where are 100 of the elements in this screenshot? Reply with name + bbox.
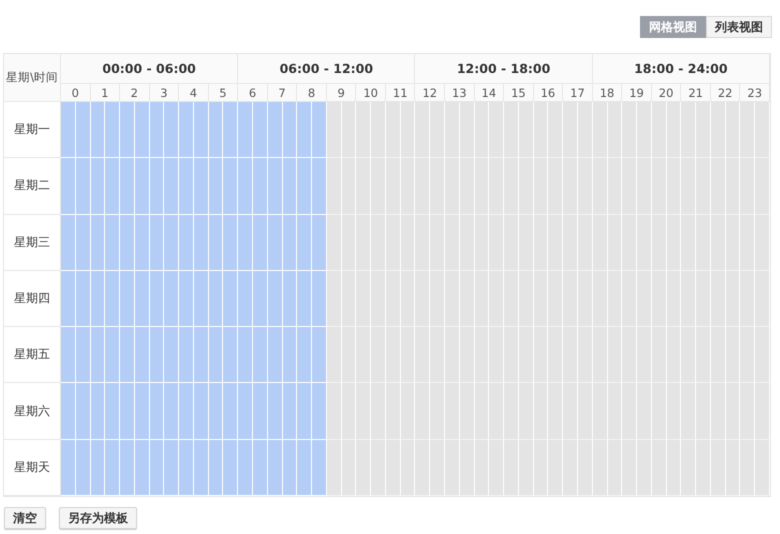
time-slot[interactable] <box>696 383 711 440</box>
time-slot[interactable] <box>681 327 696 384</box>
time-slot[interactable] <box>548 383 564 440</box>
time-slot[interactable] <box>622 214 638 271</box>
time-slot[interactable] <box>726 270 740 328</box>
time-slot[interactable] <box>622 158 638 215</box>
time-slot[interactable] <box>326 214 342 271</box>
time-slot[interactable] <box>518 102 534 158</box>
time-slot[interactable] <box>637 440 652 496</box>
time-slot[interactable] <box>400 327 416 384</box>
time-slot[interactable] <box>194 440 209 496</box>
time-slot[interactable] <box>150 102 164 158</box>
time-slot[interactable] <box>238 327 254 384</box>
time-slot[interactable] <box>120 383 135 440</box>
time-slot[interactable] <box>652 158 667 215</box>
time-slot[interactable] <box>548 270 564 328</box>
time-slot[interactable] <box>120 270 135 328</box>
time-slot[interactable] <box>489 158 504 215</box>
time-slot[interactable] <box>518 327 534 384</box>
time-slot[interactable] <box>622 102 638 158</box>
time-slot[interactable] <box>710 383 726 440</box>
time-slot[interactable] <box>592 270 608 328</box>
time-slot[interactable] <box>755 158 770 215</box>
time-slot[interactable] <box>460 102 475 158</box>
time-slot[interactable] <box>371 327 386 384</box>
time-slot[interactable] <box>356 158 372 215</box>
time-slot[interactable] <box>460 214 475 271</box>
time-slot[interactable] <box>755 270 770 328</box>
time-slot[interactable] <box>563 440 578 496</box>
time-slot[interactable] <box>489 270 504 328</box>
time-slot[interactable] <box>578 383 593 440</box>
time-slot[interactable] <box>371 270 386 328</box>
time-slot[interactable] <box>637 383 652 440</box>
time-slot[interactable] <box>297 327 312 384</box>
time-slot[interactable] <box>563 270 578 328</box>
time-slot[interactable] <box>223 158 238 215</box>
time-slot[interactable] <box>223 327 238 384</box>
time-slot[interactable] <box>268 158 283 215</box>
time-slot[interactable] <box>681 270 696 328</box>
time-slot[interactable] <box>342 327 356 384</box>
time-slot[interactable] <box>696 327 711 384</box>
time-slot[interactable] <box>208 102 224 158</box>
time-slot[interactable] <box>90 102 106 158</box>
time-slot[interactable] <box>61 327 76 384</box>
time-slot[interactable] <box>194 214 209 271</box>
time-slot[interactable] <box>622 440 638 496</box>
time-slot[interactable] <box>223 102 238 158</box>
time-slot[interactable] <box>681 158 696 215</box>
time-slot[interactable] <box>194 327 209 384</box>
time-slot[interactable] <box>710 102 726 158</box>
time-slot[interactable] <box>415 270 430 328</box>
time-slot[interactable] <box>61 158 76 215</box>
time-slot[interactable] <box>608 270 622 328</box>
time-slot[interactable] <box>312 270 327 328</box>
time-slot[interactable] <box>430 270 446 328</box>
time-slot[interactable] <box>489 327 504 384</box>
time-slot[interactable] <box>179 440 194 496</box>
time-slot[interactable] <box>326 440 342 496</box>
time-slot[interactable] <box>150 158 164 215</box>
time-slot[interactable] <box>342 270 356 328</box>
time-slot[interactable] <box>637 102 652 158</box>
time-slot[interactable] <box>518 158 534 215</box>
time-slot[interactable] <box>740 158 756 215</box>
time-slot[interactable] <box>710 158 726 215</box>
time-slot[interactable] <box>134 440 150 496</box>
time-slot[interactable] <box>120 102 135 158</box>
time-slot[interactable] <box>666 214 682 271</box>
time-slot[interactable] <box>282 327 298 384</box>
time-slot[interactable] <box>726 440 740 496</box>
time-slot[interactable] <box>223 214 238 271</box>
time-slot[interactable] <box>150 440 164 496</box>
time-slot[interactable] <box>460 158 475 215</box>
time-slot[interactable] <box>460 440 475 496</box>
time-slot[interactable] <box>578 327 593 384</box>
time-slot[interactable] <box>312 327 327 384</box>
time-slot[interactable] <box>592 158 608 215</box>
time-slot[interactable] <box>134 383 150 440</box>
time-slot[interactable] <box>430 327 446 384</box>
time-slot[interactable] <box>208 214 224 271</box>
time-slot[interactable] <box>489 102 504 158</box>
time-slot[interactable] <box>297 270 312 328</box>
time-slot[interactable] <box>652 383 667 440</box>
time-slot[interactable] <box>297 383 312 440</box>
time-slot[interactable] <box>504 214 519 271</box>
time-slot[interactable] <box>534 327 548 384</box>
time-slot[interactable] <box>208 270 224 328</box>
time-slot[interactable] <box>415 158 430 215</box>
time-slot[interactable] <box>666 440 682 496</box>
time-slot[interactable] <box>534 158 548 215</box>
time-slot[interactable] <box>76 102 91 158</box>
time-slot[interactable] <box>534 383 548 440</box>
time-slot[interactable] <box>179 270 194 328</box>
time-slot[interactable] <box>474 158 490 215</box>
time-slot[interactable] <box>592 383 608 440</box>
time-slot[interactable] <box>194 158 209 215</box>
time-slot[interactable] <box>740 440 756 496</box>
time-slot[interactable] <box>445 440 460 496</box>
time-slot[interactable] <box>696 158 711 215</box>
time-slot[interactable] <box>666 102 682 158</box>
time-slot[interactable] <box>415 102 430 158</box>
